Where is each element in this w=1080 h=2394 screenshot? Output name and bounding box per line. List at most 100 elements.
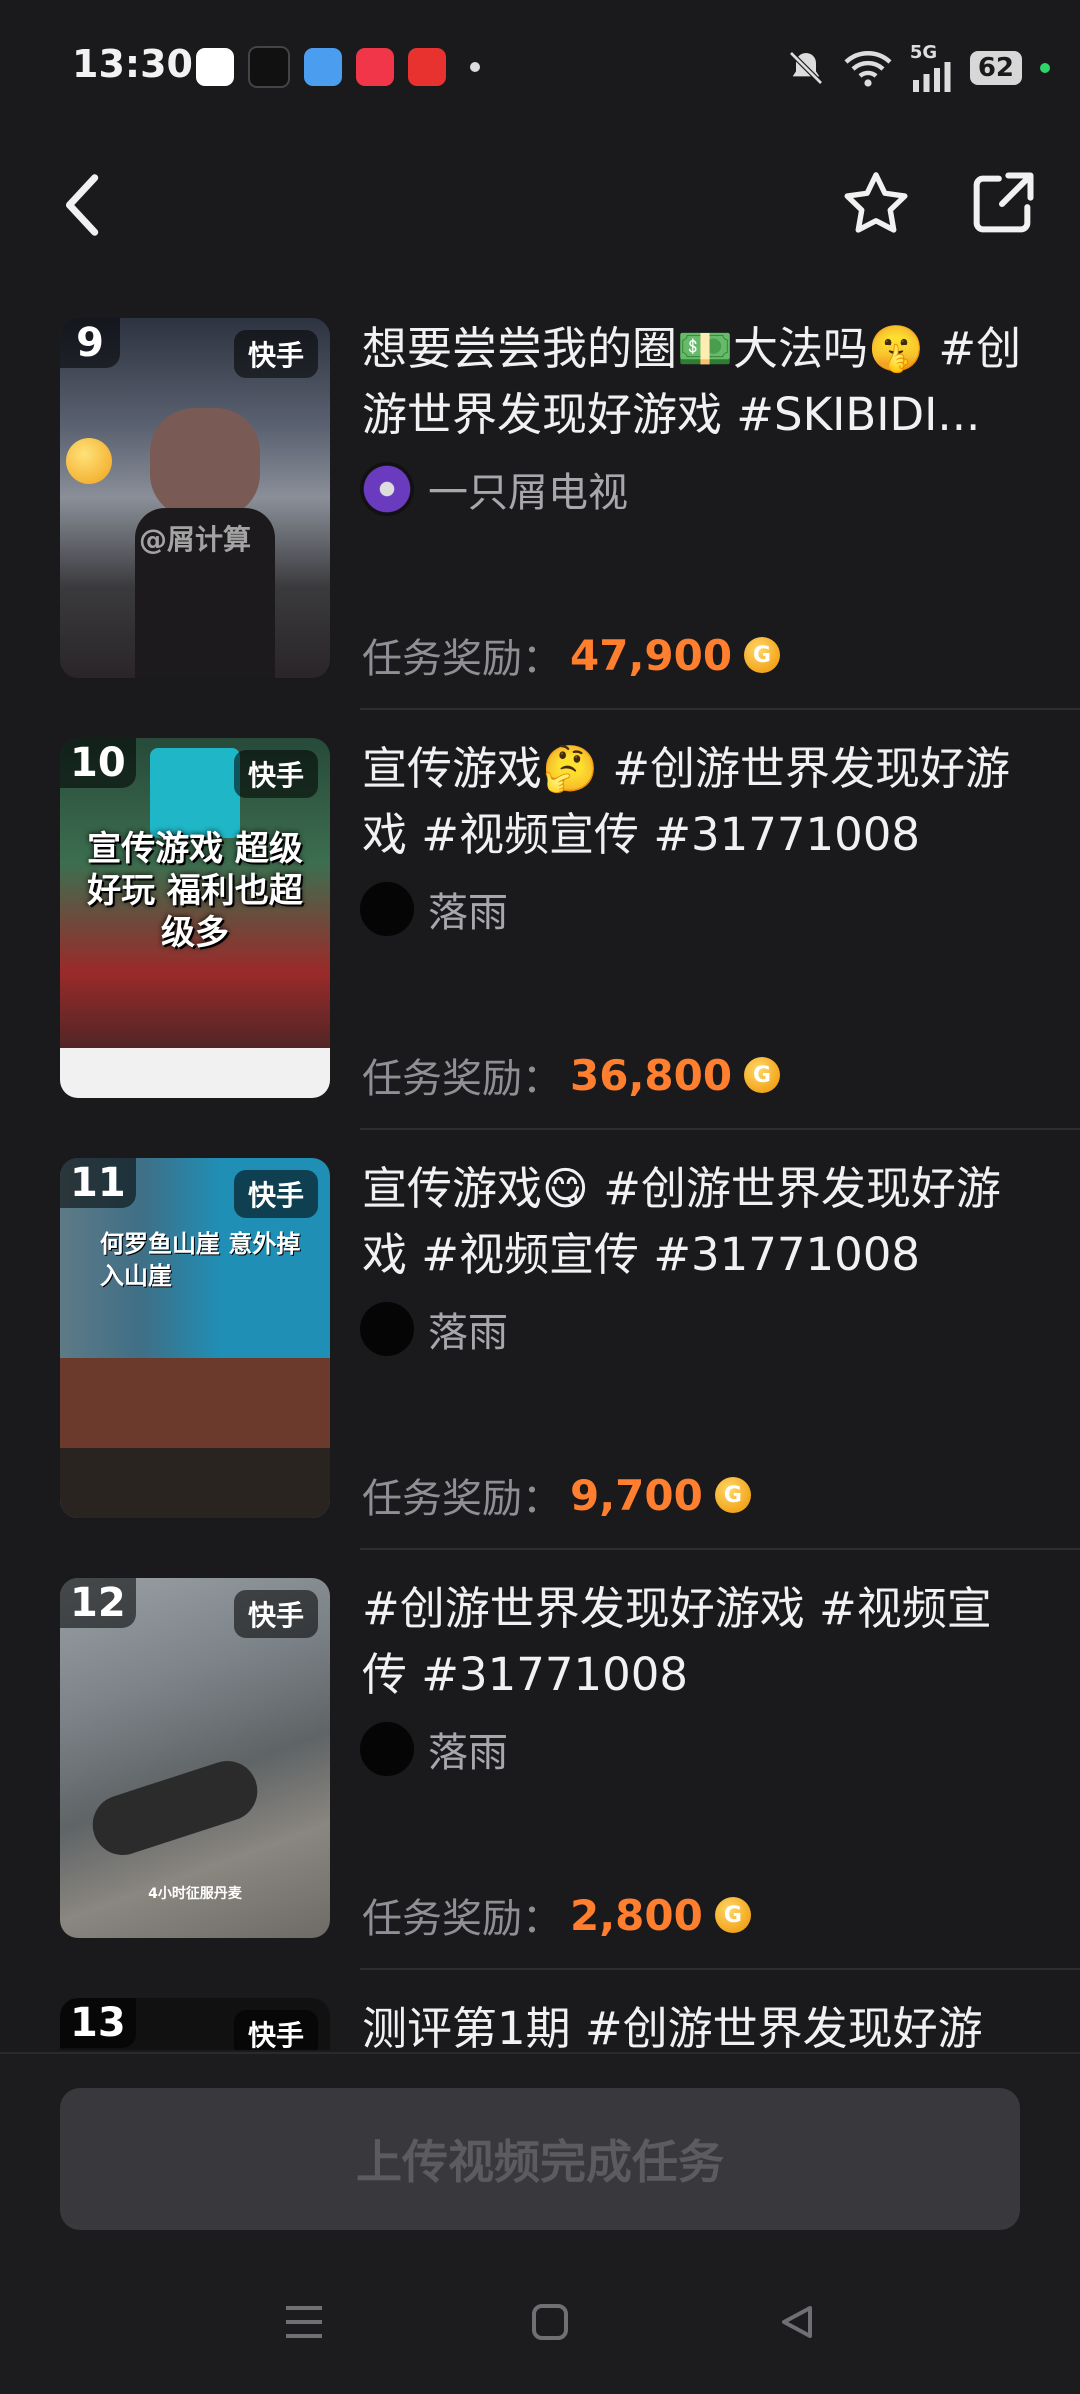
privacy-dot-icon — [1040, 63, 1050, 73]
rank-badge: 12 — [60, 1578, 136, 1628]
author-name: 一只屑电视 — [428, 470, 628, 516]
video-title[interactable]: 想要尝尝我的圈💵大法吗🤫 #创游世界发现好游戏 #SKIBIDI... — [362, 316, 1022, 448]
star-icon — [844, 172, 908, 233]
list-item[interactable]: 13 快手 测评第1期 #创游世界发现好游 — [0, 1990, 1080, 2050]
favorite-button[interactable] — [838, 166, 914, 242]
qq-icon — [196, 48, 234, 86]
list-item[interactable]: 何罗鱼山崖 意外掉入山崖 11 快手 宣传游戏😋 #创游世界发现好游戏 #视频宣… — [0, 1150, 1080, 1570]
gift-icon — [408, 48, 446, 86]
bottom-panel: 上传视频完成任务 — [0, 2052, 1080, 2394]
task-reward: 任务奖励： 9,700 G — [362, 1466, 751, 1524]
avatar — [360, 1722, 414, 1776]
network-type: 5G — [909, 42, 938, 63]
platform-badge: 快手 — [233, 1590, 318, 1638]
platform-badge: 快手 — [233, 2010, 318, 2050]
signal-icon: 5G — [910, 44, 952, 92]
platform-badge: 快手 — [233, 750, 318, 798]
nav-back-button[interactable] — [776, 2302, 816, 2346]
video-thumbnail[interactable]: 宣传游戏 超级好玩 福利也超级多 10 快手 — [60, 738, 330, 1098]
coin-icon: G — [744, 1057, 781, 1093]
person-figure — [84, 1753, 266, 1863]
menu-icon — [286, 2306, 322, 2338]
coin-icon — [66, 438, 112, 484]
reward-label: 任务奖励： — [362, 1896, 562, 1942]
top-bar — [0, 150, 1080, 260]
video-thumbnail[interactable]: 13 快手 — [60, 1998, 330, 2050]
task-reward: 任务奖励： 47,900 G — [362, 626, 781, 684]
nav-home-button[interactable] — [530, 2302, 570, 2346]
notification-icons — [196, 46, 480, 88]
list-item[interactable]: 4小时征服丹麦 12 快手 #创游世界发现好游戏 #视频宣传 #31771008… — [0, 1570, 1080, 1990]
divider — [360, 1968, 1080, 1970]
list-item[interactable]: 宣传游戏 超级好玩 福利也超级多 10 快手 宣传游戏🤔 #创游世界发现好游戏 … — [0, 730, 1080, 1150]
wifi-icon — [844, 51, 892, 87]
video-title[interactable]: 测评第1期 #创游世界发现好游 — [362, 1996, 1022, 2050]
coin-icon: G — [714, 1477, 751, 1513]
back-button[interactable] — [55, 170, 115, 240]
share-icon — [973, 172, 1034, 233]
author[interactable]: 落雨 — [360, 1720, 508, 1778]
chevron-left-icon — [65, 174, 99, 236]
reward-label: 任务奖励： — [362, 636, 562, 682]
character-figure — [150, 748, 240, 838]
reward-label: 任务奖励： — [362, 1056, 562, 1102]
more-dot-icon — [470, 62, 480, 72]
reward-value: 9,700 — [570, 1470, 703, 1520]
thumbnail-text: 宣传游戏 超级好玩 福利也超级多 — [87, 829, 303, 953]
thumbnail-text: 何罗鱼山崖 意外掉入山崖 — [100, 1230, 301, 1290]
tiktok-icon — [248, 46, 290, 88]
author-name: 落雨 — [428, 1310, 508, 1356]
avatar — [360, 462, 414, 516]
home-square-icon — [532, 2304, 568, 2340]
video-title[interactable]: #创游世界发现好游戏 #视频宣传 #31771008 — [362, 1576, 1022, 1708]
music-icon — [356, 48, 394, 86]
author-name: 落雨 — [428, 890, 508, 936]
triangle-back-icon — [782, 2306, 812, 2338]
thumbnail-caption-bar — [60, 1048, 330, 1098]
thumbnail-text: 4小时征服丹麦 — [148, 1886, 242, 1902]
thumbnail-text: @屑计算 — [138, 523, 251, 556]
video-thumbnail[interactable]: 4小时征服丹麦 12 快手 — [60, 1578, 330, 1938]
status-bar: 13:30 5G 62 — [0, 0, 1080, 130]
ground-area — [60, 1358, 330, 1448]
rank-badge: 13 — [60, 1998, 136, 2048]
reward-label: 任务奖励： — [362, 1476, 562, 1522]
divider — [360, 708, 1080, 710]
video-task-list: @屑计算 9 快手 想要尝尝我的圈💵大法吗🤫 #创游世界发现好游戏 #SKIBI… — [0, 310, 1080, 2050]
rank-badge: 11 — [60, 1158, 136, 1208]
reward-value: 36,800 — [570, 1050, 733, 1100]
task-reward: 任务奖励： 2,800 G — [362, 1886, 751, 1944]
video-thumbnail[interactable]: 何罗鱼山崖 意外掉入山崖 11 快手 — [60, 1158, 330, 1518]
author[interactable]: 落雨 — [360, 1300, 508, 1358]
rank-badge: 9 — [60, 318, 120, 368]
task-reward: 任务奖励： 36,800 G — [362, 1046, 781, 1104]
list-item[interactable]: @屑计算 9 快手 想要尝尝我的圈💵大法吗🤫 #创游世界发现好游戏 #SKIBI… — [0, 310, 1080, 730]
status-time: 13:30 — [72, 42, 193, 86]
divider — [360, 1128, 1080, 1130]
upload-video-button[interactable]: 上传视频完成任务 — [60, 2088, 1020, 2230]
nav-menu-button[interactable] — [282, 2302, 326, 2346]
share-button[interactable] — [964, 166, 1040, 242]
item-bar — [60, 1448, 330, 1518]
avatar — [360, 882, 414, 936]
weather-icon — [304, 48, 342, 86]
avatar — [360, 1302, 414, 1356]
author[interactable]: 一只屑电视 — [360, 460, 628, 518]
system-icons: 5G 62 — [786, 44, 1050, 92]
battery-icon: 62 — [969, 51, 1022, 85]
platform-badge: 快手 — [233, 330, 318, 378]
coin-icon: G — [714, 1897, 751, 1933]
video-title[interactable]: 宣传游戏😋 #创游世界发现好游戏 #视频宣传 #31771008 — [362, 1156, 1022, 1288]
mask-figure — [150, 408, 260, 518]
author[interactable]: 落雨 — [360, 880, 508, 938]
divider — [360, 1548, 1080, 1550]
platform-badge: 快手 — [233, 1170, 318, 1218]
author-name: 落雨 — [428, 1730, 508, 1776]
coin-icon: G — [744, 637, 781, 673]
reward-value: 2,800 — [570, 1890, 703, 1940]
system-nav-bar — [0, 2284, 1080, 2374]
rank-badge: 10 — [60, 738, 136, 788]
reward-value: 47,900 — [570, 630, 733, 680]
video-title[interactable]: 宣传游戏🤔 #创游世界发现好游戏 #视频宣传 #31771008 — [362, 736, 1022, 868]
video-thumbnail[interactable]: @屑计算 9 快手 — [60, 318, 330, 678]
